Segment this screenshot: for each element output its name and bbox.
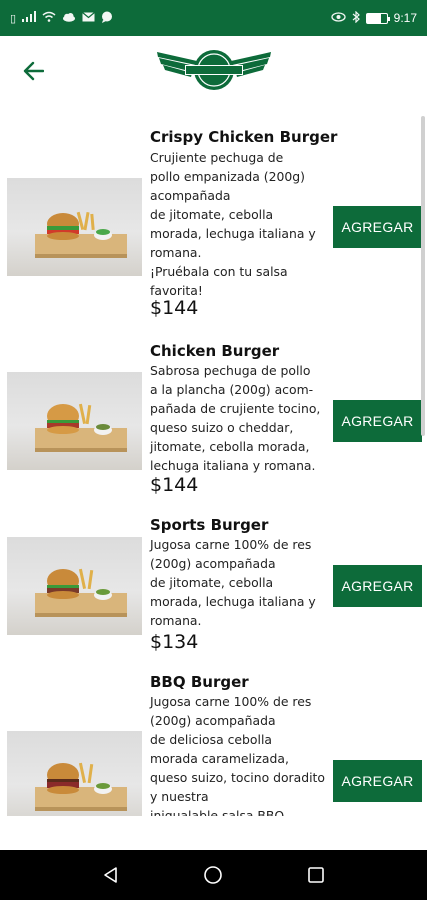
add-to-cart-button[interactable]: AGREGAR [333, 760, 422, 802]
menu-list[interactable]: Crispy Chicken Burger Crujiente pechuga … [0, 104, 427, 816]
item-name: Crispy Chicken Burger [150, 128, 338, 146]
burger-photo [7, 178, 142, 276]
system-nav-bar [0, 850, 427, 900]
mail-icon [82, 11, 95, 25]
cloud-icon [62, 12, 76, 25]
nav-home-button[interactable] [193, 855, 233, 895]
wingstop-logo [155, 48, 273, 92]
battery-icon [365, 12, 390, 24]
burger-photo [7, 731, 142, 816]
nav-recents-icon [308, 867, 324, 883]
add-to-cart-button[interactable]: AGREGAR [333, 565, 422, 607]
item-description: Jugosa carne 100% de res (200g) acompaña… [150, 537, 316, 628]
add-to-cart-button[interactable]: AGREGAR [333, 206, 422, 248]
nav-home-icon [204, 866, 223, 884]
item-description: Jugosa carne 100% de res (200g) acompaña… [150, 694, 325, 816]
eye-icon [330, 11, 346, 25]
nav-back-icon [104, 867, 117, 883]
status-left-icons: ▯ [10, 11, 113, 26]
item-description: Sabrosa pechuga de pollo a la plancha (2… [150, 363, 321, 473]
status-right-icons: 9:17 [330, 10, 417, 26]
item-name: Chicken Burger [150, 342, 280, 360]
wifi-icon [42, 11, 56, 25]
item-name: Sports Burger [150, 516, 269, 534]
status-time: 9:17 [393, 11, 417, 25]
item-price: $144 [150, 474, 199, 496]
nav-back-button[interactable] [91, 855, 131, 895]
burger-photo [7, 372, 142, 470]
burger-photo [7, 537, 142, 635]
item-price: $144 [150, 297, 199, 319]
scrollbar[interactable] [421, 116, 425, 436]
arrow-left-icon [23, 61, 44, 81]
chat-icon [101, 11, 113, 26]
add-to-cart-button[interactable]: AGREGAR [333, 400, 422, 442]
item-name: BBQ Burger [150, 673, 249, 691]
nav-recents-button[interactable] [296, 855, 336, 895]
signal-icon [22, 11, 37, 25]
back-button[interactable] [16, 54, 50, 88]
item-price: $134 [150, 631, 199, 653]
app-header [0, 36, 427, 104]
item-description: Crujiente pechuga de pollo empanizada (2… [150, 150, 316, 298]
bluetooth-icon [352, 10, 360, 26]
status-bar: ▯ 9:17 [0, 0, 427, 36]
sim-icon: ▯ [10, 12, 17, 25]
